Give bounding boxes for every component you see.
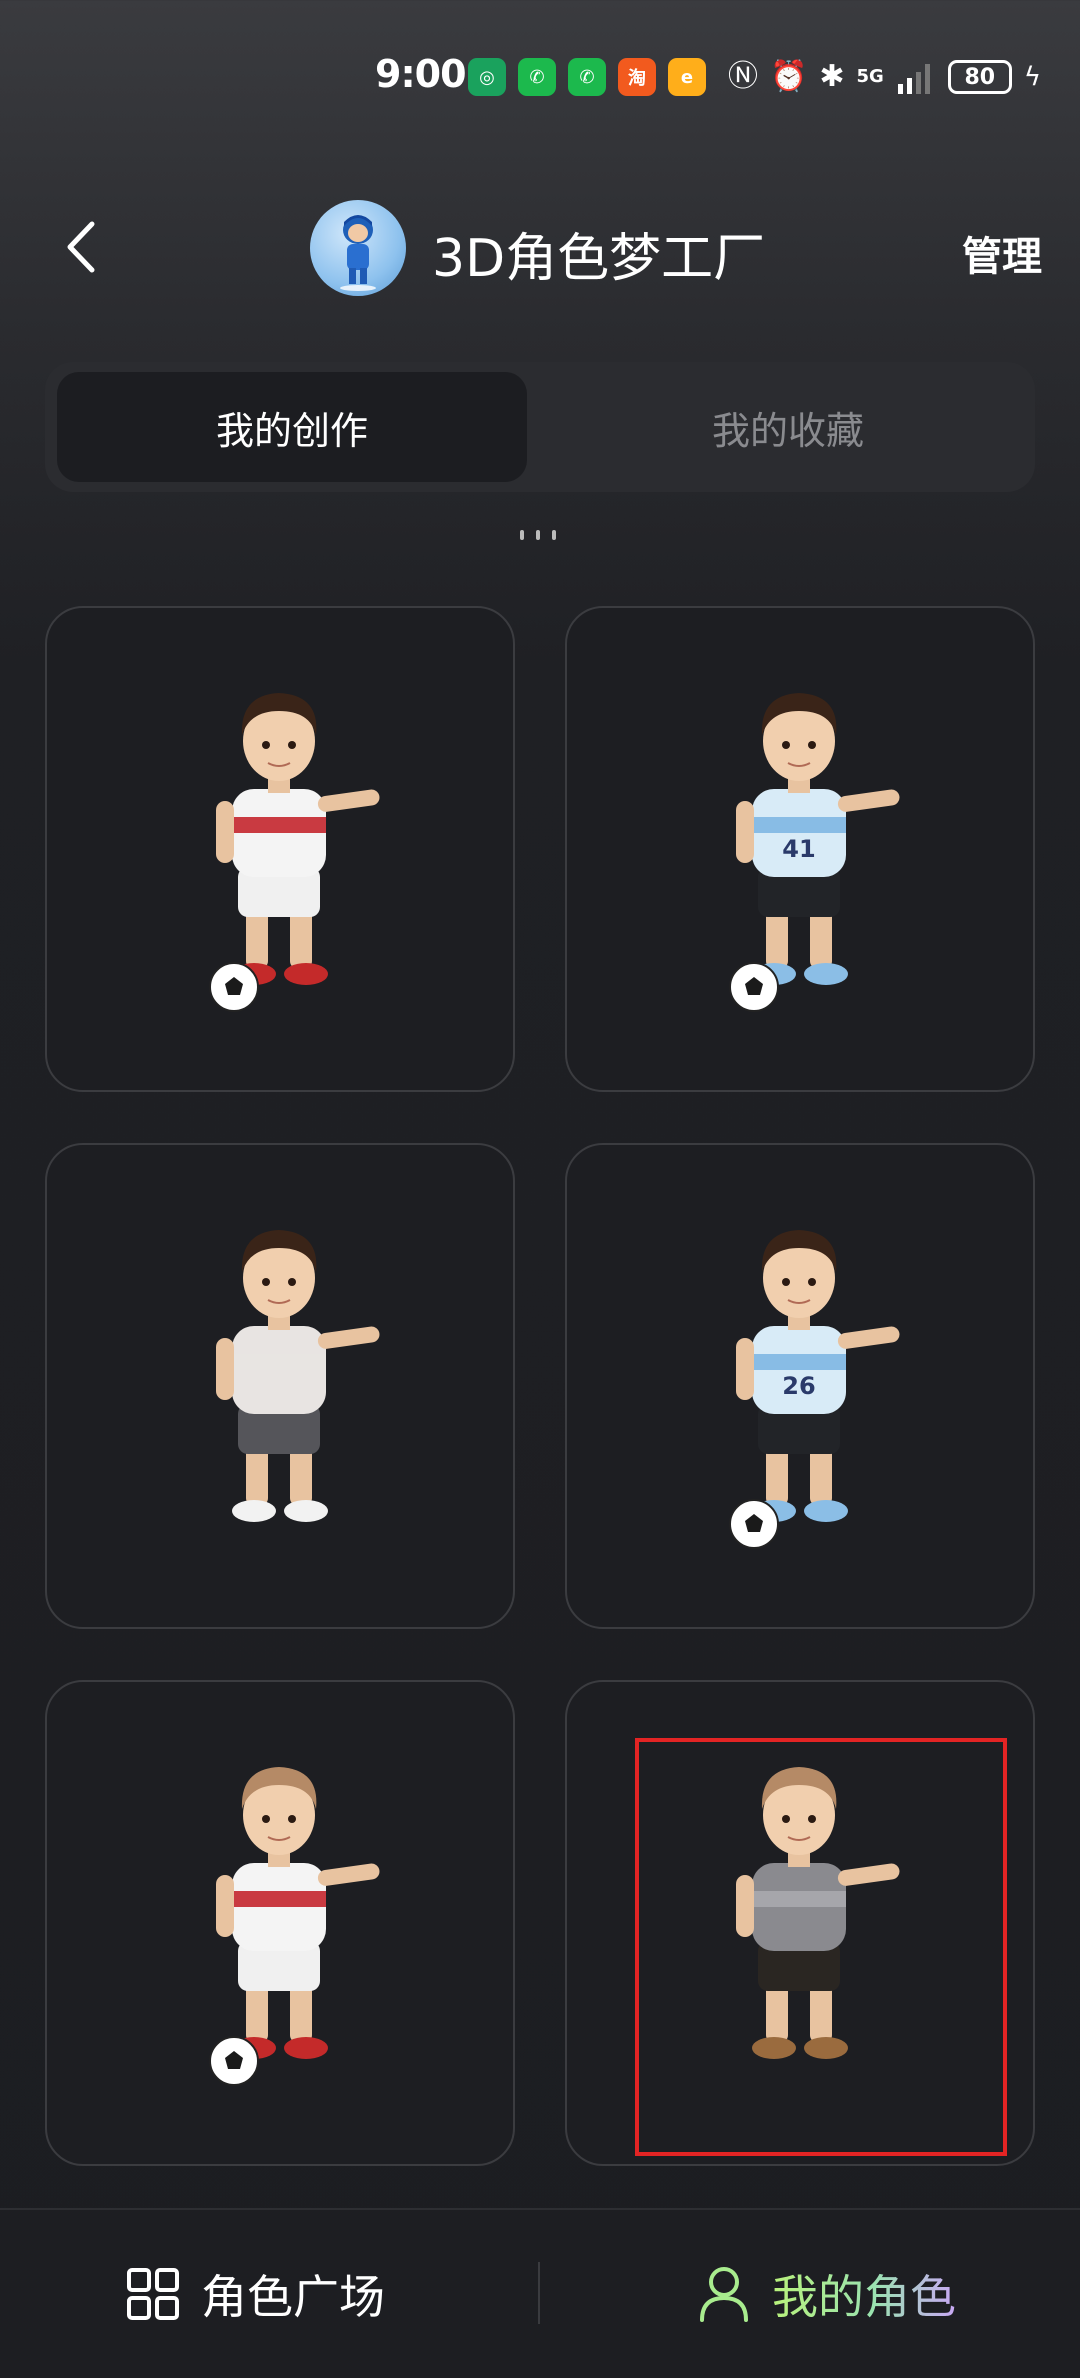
character-card-blue-white-41[interactable]: 41: [565, 606, 1035, 1092]
nav-my-characters-label: 我的角色: [772, 2261, 956, 2327]
svg-text:26: 26: [782, 1372, 815, 1400]
nfc-icon: Ⓝ: [728, 59, 758, 94]
green-swirl-app-icon: ◎: [468, 58, 506, 96]
character-figure: [209, 1767, 380, 2086]
alarm-icon: ⏰: [770, 59, 808, 94]
status-time: 9:00: [375, 52, 467, 96]
page-title: 3D角色梦工厂: [432, 229, 766, 289]
bottom-nav: 角色广场 我的角色: [0, 2208, 1080, 2378]
system-indicators: Ⓝ ⏰ ✱ 5G 80 ϟ: [728, 58, 1041, 96]
orange-app-icon: e: [668, 58, 706, 96]
character-figure: [209, 693, 380, 1012]
nav-character-square[interactable]: 角色广场: [125, 2210, 385, 2378]
character-card-white-red-soccer[interactable]: [45, 606, 515, 1092]
character-figure: 26: [729, 1230, 900, 1549]
notification-icons: ◎ ✆ ✆ 淘 e: [468, 58, 706, 96]
bluetooth-icon: ✱: [819, 59, 845, 94]
back-button[interactable]: [50, 212, 120, 282]
character-card-blonde-soccer[interactable]: [45, 1680, 515, 2166]
tab-my-favorites[interactable]: 我的收藏: [553, 372, 1023, 482]
tab-my-creations[interactable]: 我的创作: [57, 372, 527, 482]
taobao-deals-app-icon: 淘: [618, 58, 656, 96]
wechat-icon-2: ✆: [568, 58, 606, 96]
chevron-left-icon: [67, 221, 95, 273]
character-figure: 41: [729, 693, 900, 1012]
signal-icon: [897, 64, 930, 94]
nav-divider: [538, 2262, 540, 2324]
charging-icon: ϟ: [1023, 62, 1041, 92]
status-bar: 9:00 ◎ ✆ ✆ 淘 e Ⓝ ⏰ ✱ 5G 80 ϟ: [0, 0, 1080, 150]
tab-bar: 我的创作 我的收藏: [45, 362, 1035, 492]
svg-text:41: 41: [782, 835, 815, 863]
character-figure: [216, 1230, 380, 1522]
header: 3D角色梦工厂 管理: [0, 190, 1080, 310]
loading-indicator: [520, 530, 556, 540]
wechat-icon: ✆: [518, 58, 556, 96]
nav-my-characters[interactable]: 我的角色: [696, 2210, 956, 2378]
character-card-microphone[interactable]: [45, 1143, 515, 1629]
manage-button[interactable]: 管理: [962, 224, 1042, 282]
grid-icon: [127, 2268, 179, 2320]
person-icon: [700, 2267, 748, 2322]
app-avatar: [310, 200, 406, 296]
character-card-blue-white-26[interactable]: 26: [565, 1143, 1035, 1629]
selection-highlight: [635, 1738, 1007, 2156]
nav-character-square-label: 角色广场: [201, 2270, 385, 2324]
battery-indicator: 80: [947, 60, 1012, 94]
network-type: 5G: [856, 66, 884, 87]
